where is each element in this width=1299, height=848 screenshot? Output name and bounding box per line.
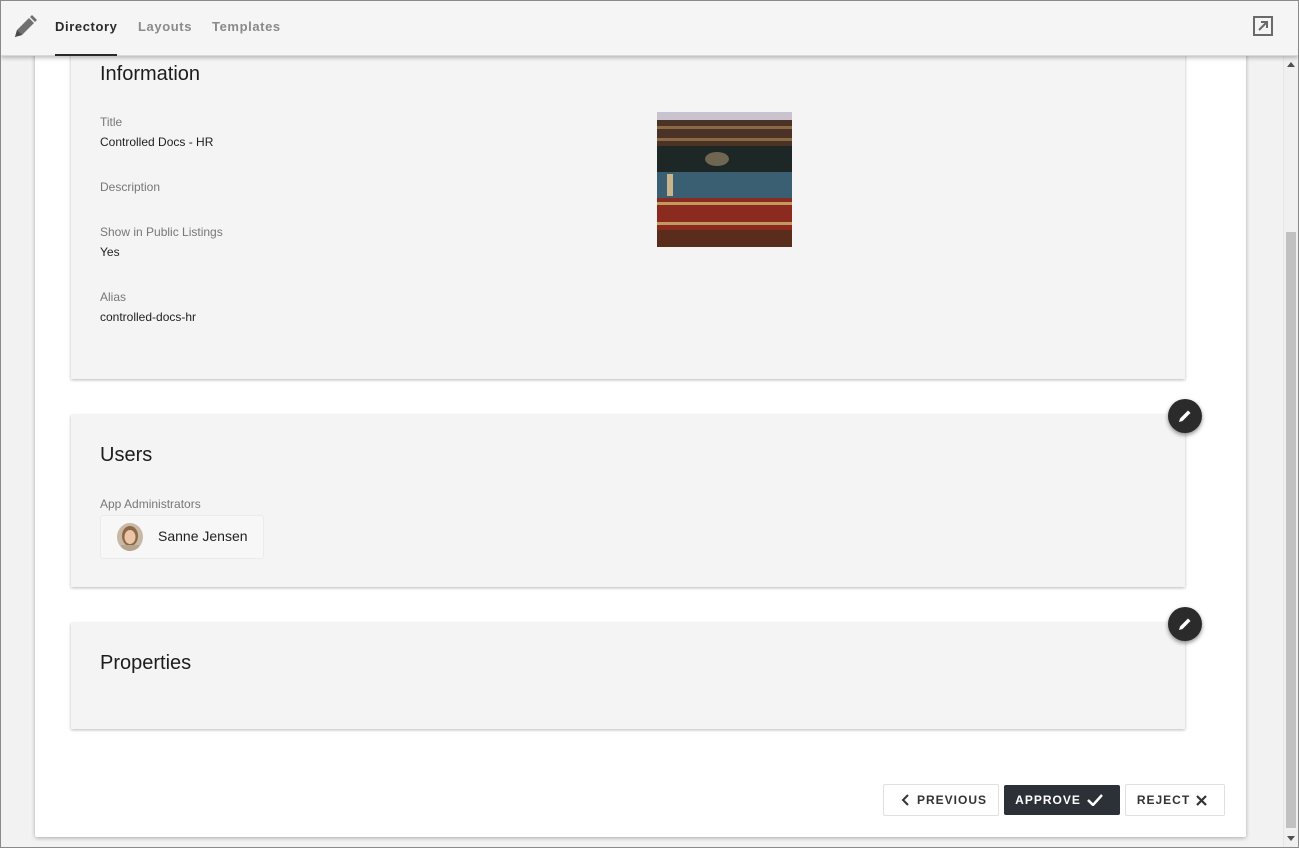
close-icon <box>1196 794 1207 806</box>
pencil-icon <box>1179 410 1191 422</box>
approve-label: APPROVE <box>1015 793 1081 807</box>
previous-label: PREVIOUS <box>916 793 987 807</box>
properties-card: Properties <box>71 623 1185 729</box>
tab-templates[interactable]: Templates <box>212 1 281 55</box>
scroll-down-arrow-icon[interactable] <box>1287 836 1295 841</box>
app-window: Directory Layouts Templates Information … <box>0 0 1299 848</box>
properties-title: Properties <box>100 652 192 674</box>
top-navigation-bar: Directory Layouts Templates <box>1 1 1298 56</box>
reject-label: REJECT <box>1136 793 1191 807</box>
pencil-icon <box>1179 618 1191 630</box>
public-listing-value: Yes <box>100 245 120 259</box>
user-chip[interactable]: Sanne Jensen <box>100 515 264 559</box>
title-label: Title <box>100 115 123 129</box>
scroll-up-arrow-icon[interactable] <box>1287 62 1295 67</box>
alias-label: Alias <box>100 290 127 304</box>
edit-properties-button[interactable] <box>1168 607 1202 641</box>
alias-value: controlled-docs-hr <box>100 310 197 324</box>
pencil-icon <box>15 15 37 37</box>
app-administrators-label: App Administrators <box>100 497 201 511</box>
edit-users-button[interactable] <box>1168 399 1202 433</box>
description-label: Description <box>100 180 161 194</box>
books-stack-image <box>657 112 792 247</box>
approve-button[interactable]: APPROVE <box>1004 785 1120 815</box>
information-title: Information <box>100 63 201 85</box>
title-value: Controlled Docs - HR <box>100 135 214 149</box>
chevron-left-icon <box>901 794 909 806</box>
avatar <box>117 523 143 551</box>
approval-page: Information Title Controlled Docs - HR D… <box>35 41 1246 837</box>
open-external-icon[interactable] <box>1252 15 1274 37</box>
reject-button[interactable]: REJECT <box>1125 784 1225 816</box>
previous-button[interactable]: PREVIOUS <box>883 784 999 816</box>
information-card: Information Title Controlled Docs - HR D… <box>71 41 1185 379</box>
vertical-scrollbar[interactable] <box>1283 56 1298 847</box>
users-title: Users <box>100 444 153 466</box>
user-name: Sanne Jensen <box>158 528 248 544</box>
tab-layouts[interactable]: Layouts <box>138 1 192 55</box>
scroll-thumb[interactable] <box>1286 232 1296 828</box>
public-listing-label: Show in Public Listings <box>100 225 223 239</box>
check-icon <box>1086 794 1103 806</box>
users-card: Users App Administrators Sanne Jensen <box>71 415 1185 587</box>
tab-directory[interactable]: Directory <box>55 1 118 56</box>
